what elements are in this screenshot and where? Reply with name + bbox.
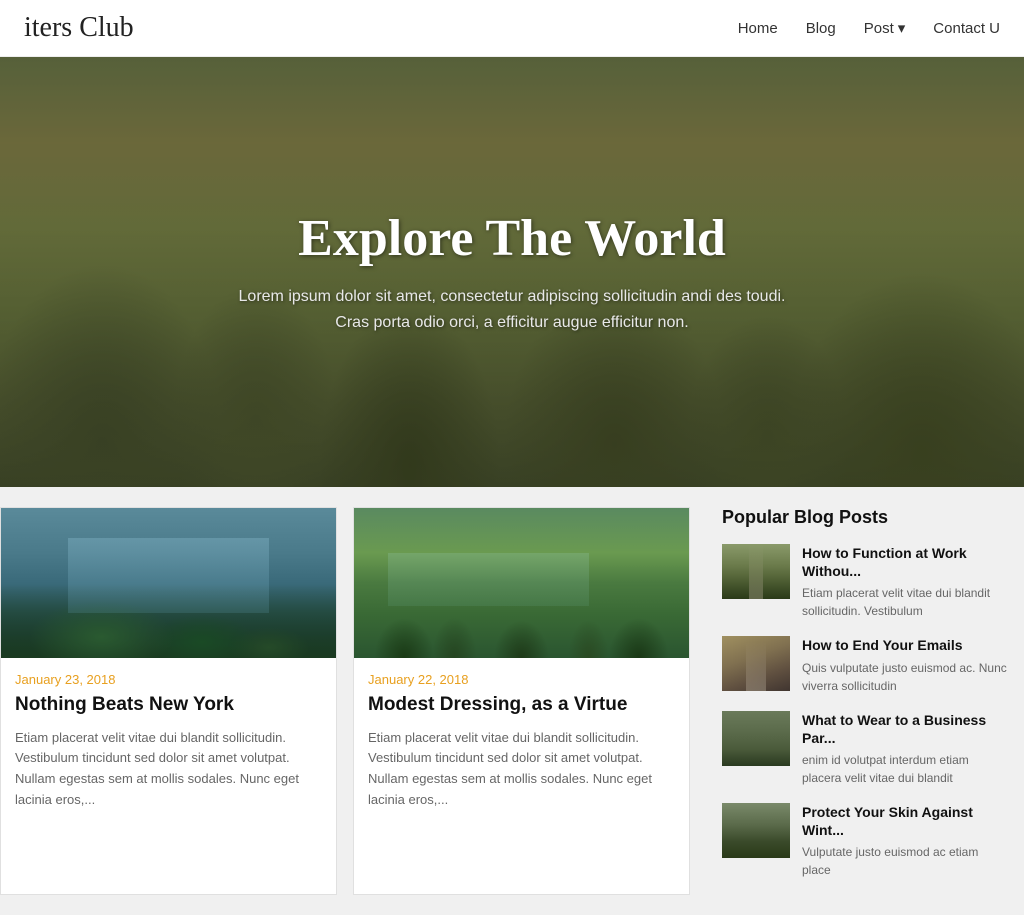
hero-title: Explore The World bbox=[239, 209, 786, 268]
post-meta: January 23, 2018 Nothing Beats New York … bbox=[1, 658, 336, 817]
popular-post-thumbnail bbox=[722, 544, 790, 599]
site-header: iters Club Home Blog Post ▾ Contact U bbox=[0, 0, 1024, 57]
thumbnail-image bbox=[722, 636, 790, 691]
popular-post-excerpt: Quis vulputate justo euismod ac. Nunc vi… bbox=[802, 659, 1008, 695]
popular-post-title[interactable]: How to End Your Emails bbox=[802, 636, 1008, 654]
post-date: January 22, 2018 bbox=[368, 672, 675, 687]
popular-post-info: How to End Your Emails Quis vulputate ju… bbox=[802, 636, 1008, 694]
chevron-down-icon: ▾ bbox=[898, 19, 906, 37]
popular-post-excerpt: Vulputate justo euismod ac etiam place bbox=[802, 843, 1008, 879]
popular-post-item[interactable]: What to Wear to a Business Par... enim i… bbox=[722, 711, 1008, 787]
blog-posts-grid: January 23, 2018 Nothing Beats New York … bbox=[0, 487, 714, 915]
popular-post-item[interactable]: Protect Your Skin Against Wint... Vulput… bbox=[722, 803, 1008, 879]
hero-section: Explore The World Lorem ipsum dolor sit … bbox=[0, 57, 1024, 487]
content-area: January 23, 2018 Nothing Beats New York … bbox=[0, 487, 1024, 915]
post-date: January 23, 2018 bbox=[15, 672, 322, 687]
post-excerpt: Etiam placerat velit vitae dui blandit s… bbox=[15, 728, 322, 811]
post-card[interactable]: January 22, 2018 Modest Dressing, as a V… bbox=[353, 507, 690, 895]
post-title[interactable]: Modest Dressing, as a Virtue bbox=[368, 693, 675, 718]
popular-post-title[interactable]: Protect Your Skin Against Wint... bbox=[802, 803, 1008, 839]
popular-post-info: What to Wear to a Business Par... enim i… bbox=[802, 711, 1008, 787]
post-meta: January 22, 2018 Modest Dressing, as a V… bbox=[354, 658, 689, 817]
popular-post-title[interactable]: How to Function at Work Withou... bbox=[802, 544, 1008, 580]
nav-contact[interactable]: Contact U bbox=[933, 20, 1000, 37]
popular-post-thumbnail bbox=[722, 711, 790, 766]
popular-post-info: Protect Your Skin Against Wint... Vulput… bbox=[802, 803, 1008, 879]
popular-post-thumbnail bbox=[722, 636, 790, 691]
popular-post-thumbnail bbox=[722, 803, 790, 858]
thumbnail-image bbox=[722, 544, 790, 599]
popular-post-item[interactable]: How to Function at Work Withou... Etiam … bbox=[722, 544, 1008, 620]
popular-post-info: How to Function at Work Withou... Etiam … bbox=[802, 544, 1008, 620]
post-image bbox=[354, 508, 689, 658]
thumbnail-image bbox=[722, 711, 790, 766]
post-excerpt: Etiam placerat velit vitae dui blandit s… bbox=[368, 728, 675, 811]
post-card[interactable]: January 23, 2018 Nothing Beats New York … bbox=[0, 507, 337, 895]
main-nav: Home Blog Post ▾ Contact U bbox=[738, 19, 1000, 37]
hero-content: Explore The World Lorem ipsum dolor sit … bbox=[219, 209, 806, 335]
popular-post-title[interactable]: What to Wear to a Business Par... bbox=[802, 711, 1008, 747]
popular-post-excerpt: Etiam placerat velit vitae dui blandit s… bbox=[802, 584, 1008, 620]
site-logo[interactable]: iters Club bbox=[24, 12, 134, 44]
nav-post[interactable]: Post ▾ bbox=[864, 19, 906, 37]
nav-blog[interactable]: Blog bbox=[806, 20, 836, 37]
nav-home[interactable]: Home bbox=[738, 20, 778, 37]
sidebar-title: Popular Blog Posts bbox=[722, 507, 1008, 528]
hero-subtitle: Lorem ipsum dolor sit amet, consectetur … bbox=[239, 284, 786, 335]
popular-post-item[interactable]: How to End Your Emails Quis vulputate ju… bbox=[722, 636, 1008, 694]
sidebar: Popular Blog Posts How to Function at Wo… bbox=[714, 487, 1024, 915]
post-title[interactable]: Nothing Beats New York bbox=[15, 693, 322, 718]
post-image-nature2 bbox=[354, 508, 689, 658]
popular-post-excerpt: enim id volutpat interdum etiam placera … bbox=[802, 751, 1008, 787]
post-image bbox=[1, 508, 336, 658]
post-image-nature1 bbox=[1, 508, 336, 658]
thumbnail-image bbox=[722, 803, 790, 858]
